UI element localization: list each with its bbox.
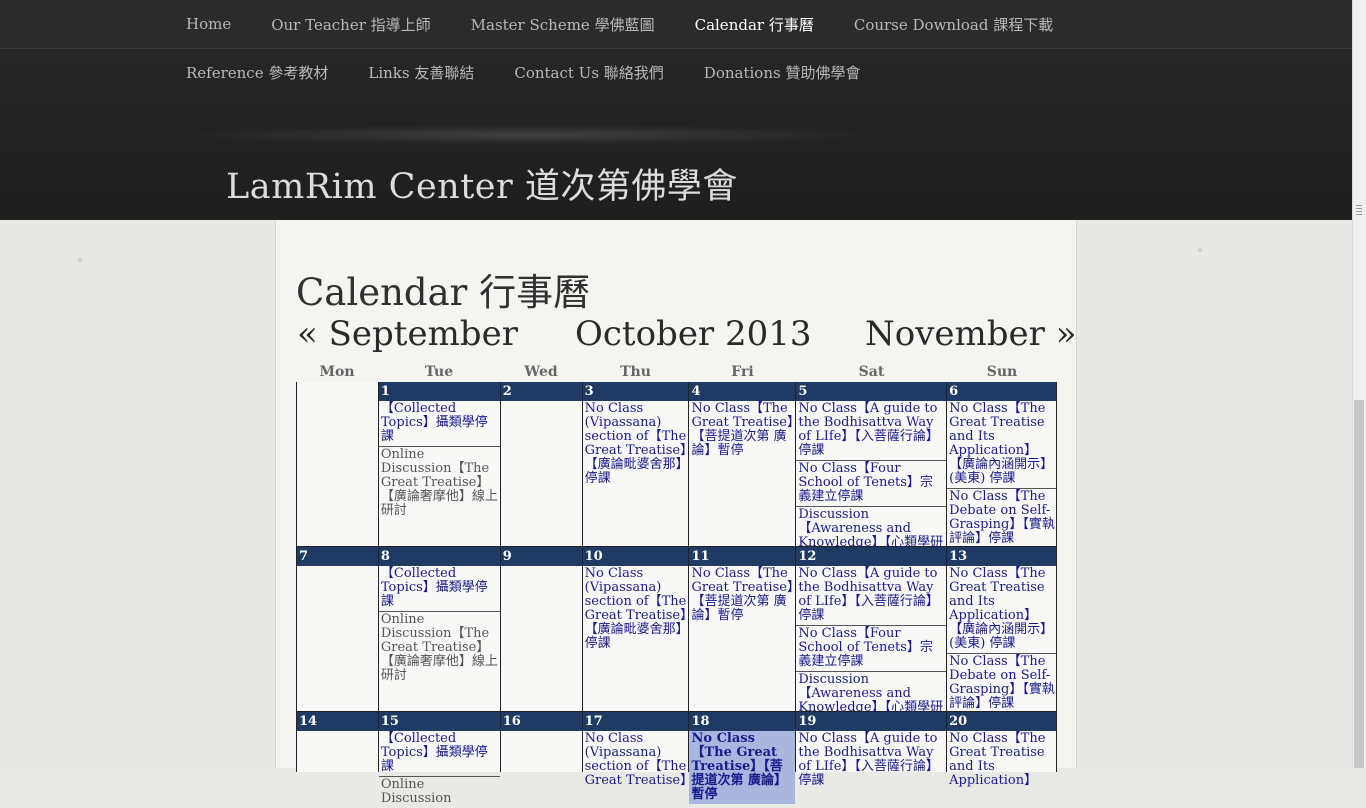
- day-number: 4: [689, 382, 796, 401]
- day-cell: 13 No Class【The Great Treatise and Its Ap…: [947, 547, 1057, 712]
- day-number: 6: [947, 382, 1056, 401]
- weekday-label: Sun: [986, 364, 1018, 380]
- calendar-event[interactable]: No Class【Four School of Tenets】宗義建立停課: [796, 461, 947, 507]
- nav-reference[interactable]: Reference 參考教材: [186, 62, 328, 83]
- day-cell: 8 【Collected Topics】攝類學停課 Online Discussio…: [378, 547, 501, 712]
- day-cell: 12 No Class【A guide to the Bodhisattva Wa…: [796, 547, 948, 729]
- nav-donations[interactable]: Donations 贊助佛學會: [704, 62, 861, 83]
- day-number: 14: [297, 712, 378, 731]
- calendar-event[interactable]: No Class【The Debate on Self-Grasping】【實執…: [947, 654, 1056, 713]
- day-number: 2: [500, 382, 582, 401]
- main-nav-row-2: Reference 參考教材 Links 友善聯結 Contact Us 聯絡我…: [186, 48, 900, 96]
- day-number: 3: [582, 382, 689, 401]
- day-number: 13: [947, 547, 1056, 566]
- page-title: Calendar 行事曆: [296, 271, 591, 314]
- day-cell: 5 No Class【A guide to the Bodhisattva Way…: [796, 382, 948, 564]
- day-number: 17: [582, 712, 689, 731]
- day-number: 10: [582, 547, 689, 566]
- weekday-label: Fri: [731, 364, 754, 380]
- calendar-event[interactable]: No Class (Vipassana) section of【The Grea…: [583, 731, 689, 790]
- calendar-event[interactable]: Online Discussion【The Great Treatise】【廣論…: [379, 612, 500, 685]
- nav-master-scheme[interactable]: Master Scheme 學佛藍圖: [471, 14, 655, 35]
- scrollbar-thumb[interactable]: [1354, 400, 1364, 768]
- nav-links[interactable]: Links 友善聯結: [368, 62, 474, 83]
- calendar-weeks: 1 【Collected Topics】攝類學停課 Online Discussio…: [296, 382, 1057, 806]
- day-number: 1: [378, 382, 500, 401]
- weekday-label: Wed: [524, 364, 558, 380]
- weekday-label: Thu: [620, 364, 651, 380]
- day-cell: 10 No Class (Vipassana) section of【The Gr…: [582, 547, 690, 712]
- calendar-event[interactable]: No Class【Four School of Tenets】宗義建立停課: [796, 626, 947, 672]
- calendar-event[interactable]: No Class【The Great Treatise】【菩提道次第 廣論】暫停: [689, 566, 795, 625]
- day-cell: 20 No Class【The Great Treatise and Its Ap…: [947, 712, 1057, 788]
- calendar-event[interactable]: No Class【The Great Treatise and Its Appl…: [947, 401, 1056, 489]
- day-cell: [297, 382, 379, 547]
- site-title[interactable]: LamRim Center 道次第佛學會: [226, 158, 738, 209]
- calendar-week: 14 15 【Collected Topics】攝類學停課 Online Discus…: [296, 712, 1057, 806]
- day-number: 5: [796, 382, 947, 401]
- day-number: 8: [378, 547, 500, 566]
- day-number: 19: [796, 712, 947, 731]
- calendar-event[interactable]: Online Discussion: [379, 777, 500, 808]
- calendar-event[interactable]: No Class【A guide to the Bodhisattva Way …: [796, 401, 947, 461]
- header-glow: [180, 125, 880, 145]
- weekday-label: Tue: [424, 364, 454, 380]
- nav-calendar[interactable]: Calendar 行事曆: [695, 14, 814, 35]
- nav-our-teacher[interactable]: Our Teacher 指導上師: [271, 14, 430, 35]
- day-number: 7: [297, 547, 378, 566]
- day-cell: 2: [500, 382, 583, 547]
- prev-month-link[interactable]: « September: [297, 314, 518, 354]
- day-cell: 3 No Class (Vipassana) section of【The Gre…: [582, 382, 690, 547]
- calendar-event[interactable]: No Class【A guide to the Bodhisattva Way …: [796, 731, 946, 790]
- nav-contact-us[interactable]: Contact Us 聯絡我們: [514, 62, 663, 83]
- calendar-grid: Mon Tue Wed Thu Fri Sat Sun 1 【Collected …: [296, 362, 1057, 806]
- day-cell: 4 No Class【The Great Treatise】【菩提道次第 廣論】暫…: [689, 382, 797, 547]
- main-nav-row-1: Home Our Teacher 指導上師 Master Scheme 學佛藍圖…: [186, 0, 1094, 49]
- day-cell: 19 No Class【A guide to the Bodhisattva Wa…: [796, 712, 948, 788]
- day-cell: 15 【Collected Topics】攝類學停課 Online Discussi…: [378, 712, 501, 806]
- calendar-week: 7 8 【Collected Topics】攝類學停課 Online Discussi…: [296, 547, 1057, 729]
- calendar-event[interactable]: No Class【A guide to the Bodhisattva Way …: [796, 566, 947, 626]
- calendar-event[interactable]: 【Collected Topics】攝類學停課: [378, 731, 500, 777]
- calendar-event[interactable]: No Class【The Great Treatise】【菩提道次第 廣論】暫停: [689, 401, 795, 460]
- site-header: Home Our Teacher 指導上師 Master Scheme 學佛藍圖…: [0, 0, 1352, 220]
- day-number: 9: [500, 547, 582, 566]
- day-cell: 16: [500, 712, 583, 772]
- calendar-event[interactable]: No Class【The Great Treatise and Its Appl…: [947, 566, 1056, 654]
- day-cell: 6 No Class【The Great Treatise and Its App…: [947, 382, 1057, 547]
- day-cell: 7: [297, 547, 379, 712]
- next-month-link[interactable]: November »: [865, 314, 1077, 354]
- weekday-header: Mon Tue Wed Thu Fri Sat Sun: [296, 362, 1057, 382]
- day-cell: 11 No Class【The Great Treatise】【菩提道次第 廣論】…: [689, 547, 797, 712]
- day-cell: 14: [297, 712, 379, 772]
- nav-course-download[interactable]: Course Download 課程下載: [854, 14, 1053, 35]
- calendar-week: 1 【Collected Topics】攝類學停課 Online Discussio…: [296, 382, 1057, 564]
- calendar-event[interactable]: No Class【The Debate on Self-Grasping】【實執…: [947, 489, 1056, 548]
- calendar-event[interactable]: No Class (Vipassana) section of【The Grea…: [583, 566, 689, 653]
- day-cell: 18 No Class【The Great Treatise】【菩提道次第 廣論】…: [689, 712, 797, 804]
- day-number: 11: [689, 547, 796, 566]
- calendar-event[interactable]: 【Collected Topics】攝類學停課: [378, 401, 500, 447]
- current-month-title: October 2013: [575, 314, 812, 354]
- day-number: [297, 382, 378, 401]
- weekday-label: Mon: [319, 364, 355, 380]
- weekday-label: Sat: [858, 364, 885, 380]
- day-cell: 1 【Collected Topics】攝類學停課 Online Discussio…: [378, 382, 501, 547]
- nav-home[interactable]: Home: [186, 15, 231, 33]
- day-number: 12: [796, 547, 947, 566]
- scrollbar-grip-icon: [1356, 205, 1362, 215]
- calendar-event[interactable]: 【Collected Topics】攝類學停課: [378, 566, 500, 612]
- day-number: 20: [947, 712, 1056, 731]
- day-number: 16: [500, 712, 582, 731]
- day-number: 18: [689, 712, 796, 731]
- day-cell: 9: [500, 547, 583, 712]
- day-cell: 17 No Class (Vipassana) section of【The Gr…: [582, 712, 690, 788]
- calendar-event[interactable]: Online Discussion【The Great Treatise】【廣論…: [379, 447, 500, 520]
- calendar-event[interactable]: No Class【The Great Treatise and Its Appl…: [947, 731, 1056, 790]
- calendar-event[interactable]: No Class (Vipassana) section of【The Grea…: [583, 401, 689, 488]
- day-number: 15: [378, 712, 500, 731]
